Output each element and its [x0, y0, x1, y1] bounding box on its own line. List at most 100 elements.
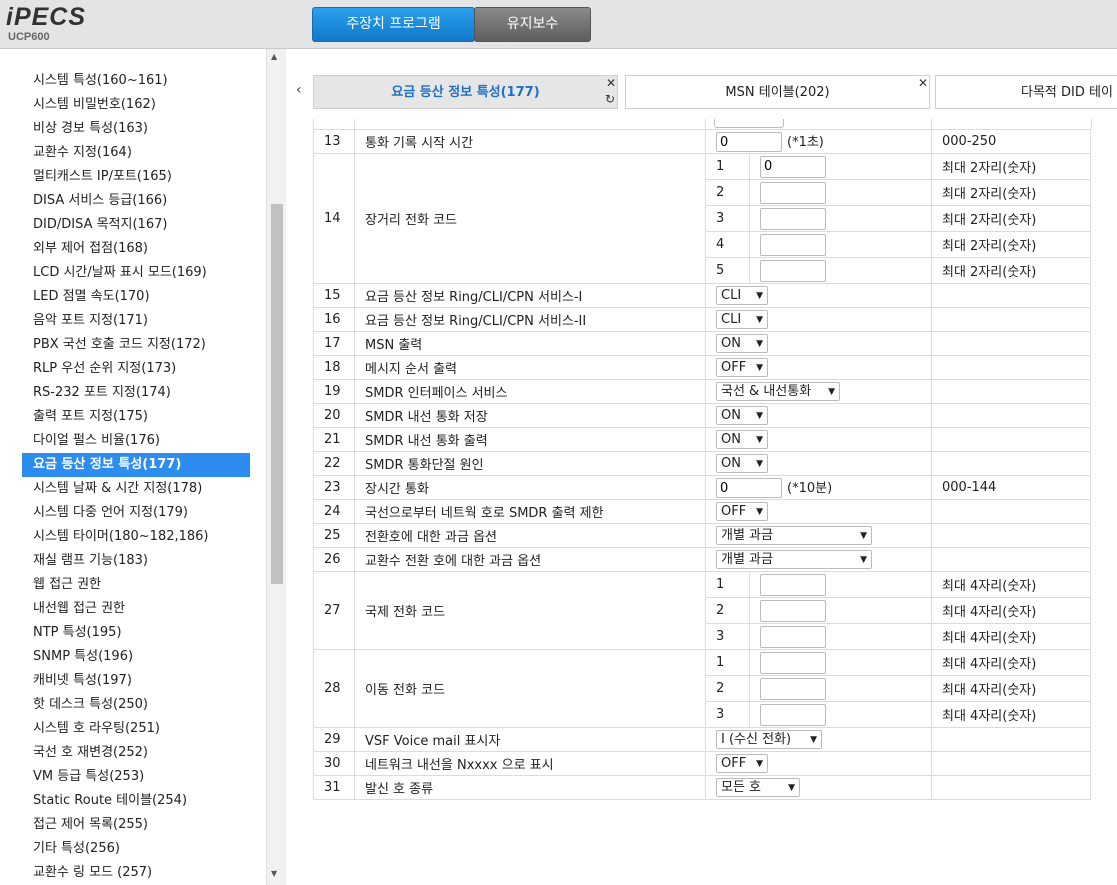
value-input[interactable] [760, 677, 826, 700]
sidebar-item[interactable]: 출력 포트 지정(175) [22, 405, 250, 429]
value-input[interactable] [760, 155, 826, 178]
tab-prev-icon[interactable]: ‹ [296, 82, 302, 98]
row-number: 20 [313, 403, 355, 428]
row-range: 최대 2자리(숫자) [931, 205, 1091, 232]
sidebar-item[interactable]: 캐비넷 특성(197) [22, 669, 250, 693]
option-select[interactable]: I (수신 전화) ▼ [716, 730, 822, 749]
sidebar-item[interactable]: 웹 접근 권한 [22, 573, 250, 597]
sidebar-item[interactable]: 요금 등산 정보 특성(177) [22, 453, 250, 477]
chevron-down-icon: ▼ [756, 435, 763, 445]
row-range [931, 775, 1091, 800]
chevron-down-icon: ▼ [756, 363, 763, 373]
row-value: OFF ▼ [705, 499, 932, 524]
row-value [749, 675, 932, 702]
sidebar-item[interactable]: VM 등급 특성(253) [22, 765, 250, 789]
option-select[interactable]: OFF ▼ [716, 358, 768, 377]
option-select[interactable]: ON ▼ [716, 334, 768, 353]
main-program-button[interactable]: 주장치 프로그램 [312, 7, 475, 42]
option-select[interactable]: ON ▼ [716, 430, 768, 449]
option-select[interactable]: CLI ▼ [716, 310, 768, 329]
sidebar-item[interactable]: 교환수 지정(164) [22, 141, 250, 165]
option-select[interactable]: OFF ▼ [716, 502, 768, 521]
row-value [749, 179, 932, 206]
select-value: 개별 과금 [721, 552, 773, 567]
row-value [749, 571, 932, 598]
sidebar-item[interactable]: PBX 국선 호출 코드 지정(172) [22, 333, 250, 357]
scroll-up-icon[interactable]: ▲ [271, 52, 277, 61]
select-value: OFF [721, 360, 747, 375]
sidebar-item[interactable]: 접근 제어 목록(255) [22, 813, 250, 837]
sidebar-item[interactable]: RLP 우선 순위 지정(173) [22, 357, 250, 381]
value-input[interactable] [760, 181, 826, 204]
sidebar-item[interactable]: SNMP 특성(196) [22, 645, 250, 669]
value-input[interactable] [760, 573, 826, 596]
value-input[interactable] [716, 478, 782, 499]
sidebar-item[interactable]: 비상 경보 특성(163) [22, 117, 250, 141]
value-input[interactable] [760, 207, 826, 230]
tab-msn-table[interactable]: MSN 테이블(202) [625, 75, 930, 109]
value-input[interactable] [760, 599, 826, 622]
sidebar-item[interactable]: Static Route 테이블(254) [22, 789, 250, 813]
value-input[interactable] [716, 132, 782, 153]
option-select[interactable]: ON ▼ [716, 454, 768, 473]
sidebar-item[interactable]: 내선웹 접근 권한 [22, 597, 250, 621]
sidebar-item[interactable]: 외부 제어 접점(168) [22, 237, 250, 261]
option-select[interactable]: OFF ▼ [716, 754, 768, 773]
refresh-icon[interactable]: ↻ [605, 92, 615, 106]
value-input[interactable] [760, 703, 826, 726]
sidebar-item[interactable]: RS-232 포트 지정(174) [22, 381, 250, 405]
sidebar-item[interactable]: 시스템 타이머(180~182,186) [22, 525, 250, 549]
sidebar-item[interactable]: 국선 호 재변경(252) [22, 741, 250, 765]
option-select[interactable]: 개별 과금 ▼ [716, 526, 872, 545]
value-input[interactable] [760, 259, 826, 282]
sidebar-item[interactable]: DID/DISA 목적지(167) [22, 213, 250, 237]
value-input[interactable] [760, 625, 826, 648]
maintenance-button[interactable]: 유지보수 [474, 7, 591, 42]
sidebar-item[interactable]: 시스템 비밀번호(162) [22, 93, 250, 117]
select-value: 국선 & 내선통화 [721, 384, 812, 399]
sidebar-item[interactable]: DISA 서비스 등급(166) [22, 189, 250, 213]
select-value: CLI [721, 288, 742, 303]
sidebar-item[interactable]: 기타 특성(256) [22, 837, 250, 861]
option-select[interactable]: 개별 과금 ▼ [716, 550, 872, 569]
chevron-down-icon: ▼ [828, 387, 835, 397]
option-select[interactable]: 모든 호 ▼ [716, 778, 800, 797]
sub-index: 3 [705, 205, 750, 232]
select-value: ON [721, 432, 741, 447]
sidebar-item[interactable]: 다이얼 펄스 비율(176) [22, 429, 250, 453]
chevron-down-icon: ▼ [860, 531, 867, 541]
row-label: 요금 등산 정보 Ring/CLI/CPN 서비스-I [354, 283, 706, 308]
model-label: UCP600 [8, 31, 50, 43]
option-select[interactable]: 국선 & 내선통화 ▼ [716, 382, 840, 401]
sidebar-item[interactable]: 시스템 날짜 & 시간 지정(178) [22, 477, 250, 501]
scroll-thumb[interactable] [271, 204, 283, 584]
row-number: 13 [313, 129, 355, 154]
close-icon[interactable]: ✕ [606, 76, 616, 90]
sidebar-item[interactable]: 시스템 특성(160~161) [22, 69, 250, 93]
sidebar-item[interactable]: 핫 데스크 특성(250) [22, 693, 250, 717]
scroll-down-icon[interactable]: ▼ [271, 869, 277, 878]
sidebar-item[interactable]: 시스템 다중 언어 지정(179) [22, 501, 250, 525]
chevron-down-icon: ▼ [756, 291, 763, 301]
close-icon[interactable]: ✕ [918, 76, 928, 90]
chevron-down-icon: ▼ [788, 783, 795, 793]
sidebar-item[interactable]: 멀티캐스트 IP/포트(165) [22, 165, 250, 189]
tab-billing-info[interactable]: 요금 등산 정보 특성(177) [313, 75, 618, 109]
sidebar-item[interactable]: 음악 포트 지정(171) [22, 309, 250, 333]
option-select[interactable]: ON ▼ [716, 406, 768, 425]
row-value [749, 597, 932, 624]
sidebar-scrollbar[interactable]: ▲ ▼ [266, 49, 286, 885]
value-input[interactable] [760, 651, 826, 674]
sidebar-item[interactable]: LED 점멸 속도(170) [22, 285, 250, 309]
tab-multi-did[interactable]: 다목적 DID 테이 [935, 75, 1117, 109]
value-input[interactable] [760, 233, 826, 256]
option-select[interactable]: CLI ▼ [716, 286, 768, 305]
row-label: SMDR 인터페이스 서비스 [354, 379, 706, 404]
sidebar-item[interactable]: 재실 램프 기능(183) [22, 549, 250, 573]
sidebar-item[interactable]: LCD 시간/날짜 표시 모드(169) [22, 261, 250, 285]
sidebar-item[interactable]: 시스템 호 라우팅(251) [22, 717, 250, 741]
row-range [931, 547, 1091, 572]
sidebar-item[interactable]: 교환수 링 모드 (257) [22, 861, 250, 885]
sidebar-item[interactable]: NTP 특성(195) [22, 621, 250, 645]
row-label: MSN 출력 [354, 331, 706, 356]
